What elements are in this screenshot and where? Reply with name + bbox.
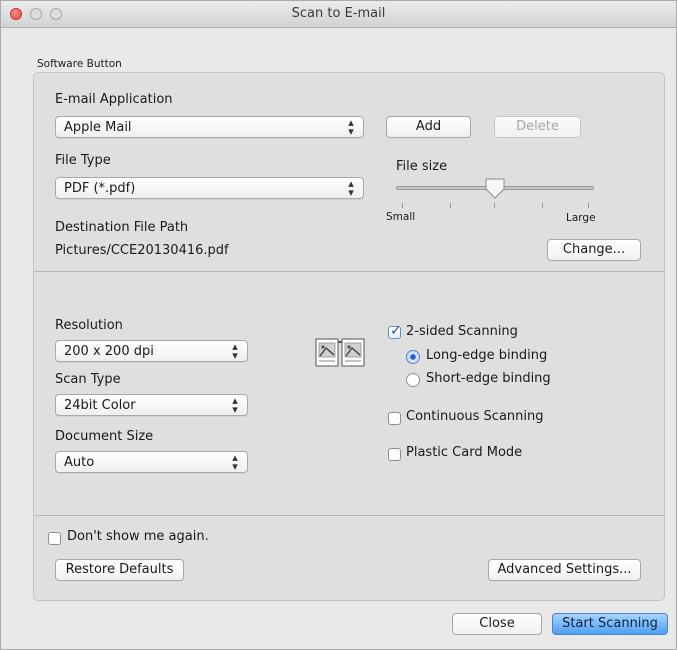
- restore-defaults-button[interactable]: Restore Defaults: [55, 559, 184, 581]
- file-type-value: PDF (*.pdf): [64, 181, 136, 196]
- plastic-card-mode-label: Plastic Card Mode: [406, 445, 523, 460]
- window-title: Scan to E-mail: [291, 6, 386, 21]
- email-application-label: E-mail Application: [55, 92, 173, 107]
- file-type-label: File Type: [55, 153, 111, 168]
- continuous-scanning-label: Continuous Scanning: [406, 409, 544, 424]
- dont-show-again-label: Don't show me again.: [67, 529, 209, 544]
- software-button-group: [33, 72, 665, 601]
- scan-type-select[interactable]: 24bit Color ▴ ▾: [55, 394, 248, 416]
- scan-to-email-window: Scan to E-mail Software Button E-mail Ap…: [0, 0, 677, 650]
- long-edge-binding-label: Long-edge binding: [426, 348, 548, 363]
- delete-button[interactable]: Delete: [494, 116, 581, 138]
- file-size-label: File size: [396, 159, 448, 174]
- plastic-card-mode-checkbox[interactable]: [388, 448, 401, 461]
- change-path-button[interactable]: Change...: [547, 239, 641, 261]
- destination-file-path-label: Destination File Path: [55, 220, 189, 235]
- slider-tick: [588, 203, 589, 208]
- short-edge-binding-radio[interactable]: [406, 373, 420, 387]
- title-bar[interactable]: Scan to E-mail: [1, 1, 676, 28]
- email-application-value: Apple Mail: [64, 120, 132, 135]
- up-down-chevron-icon: ▴ ▾: [232, 394, 238, 416]
- email-application-select[interactable]: Apple Mail ▴ ▾: [55, 116, 364, 138]
- add-button[interactable]: Add: [386, 116, 471, 138]
- slider-tick: [542, 203, 543, 208]
- document-size-value: Auto: [64, 455, 95, 470]
- scan-type-value: 24bit Color: [64, 398, 136, 413]
- short-edge-binding-label: Short-edge binding: [426, 371, 551, 386]
- two-page-binding-icon: [315, 338, 365, 367]
- resolution-label: Resolution: [55, 318, 123, 333]
- file-type-select[interactable]: PDF (*.pdf) ▴ ▾: [55, 177, 364, 199]
- divider: [34, 515, 664, 516]
- two-sided-scanning-label: 2-sided Scanning: [406, 324, 518, 339]
- start-scanning-button[interactable]: Start Scanning: [552, 613, 668, 635]
- close-button[interactable]: Close: [452, 613, 542, 635]
- scan-type-label: Scan Type: [55, 372, 121, 387]
- slider-tick: [450, 203, 451, 208]
- two-sided-scanning-checkbox[interactable]: ✓: [388, 323, 402, 339]
- document-size-label: Document Size: [55, 429, 154, 444]
- slider-tick: [402, 203, 403, 208]
- up-down-chevron-icon: ▴ ▾: [348, 177, 354, 199]
- long-edge-binding-radio[interactable]: [406, 350, 420, 364]
- checkmark-icon: ✓: [390, 323, 402, 339]
- file-size-max-label: Large: [566, 212, 596, 224]
- continuous-scanning-checkbox[interactable]: [388, 412, 401, 425]
- slider-tick: [494, 203, 495, 208]
- up-down-chevron-icon: ▴ ▾: [348, 116, 354, 138]
- divider: [34, 271, 664, 272]
- up-down-chevron-icon: ▴ ▾: [232, 451, 238, 473]
- destination-file-path-value: Pictures/CCE20130416.pdf: [55, 243, 229, 258]
- file-size-min-label: Small: [386, 211, 416, 223]
- up-down-chevron-icon: ▴ ▾: [232, 340, 238, 362]
- document-size-select[interactable]: Auto ▴ ▾: [55, 451, 248, 473]
- file-size-slider-thumb[interactable]: [484, 177, 506, 199]
- software-button-group-label: Software Button: [37, 58, 122, 70]
- advanced-settings-button[interactable]: Advanced Settings...: [488, 559, 641, 581]
- dont-show-again-checkbox[interactable]: [48, 532, 61, 545]
- resolution-select[interactable]: 200 x 200 dpi ▴ ▾: [55, 340, 248, 362]
- resolution-value: 200 x 200 dpi: [64, 344, 154, 359]
